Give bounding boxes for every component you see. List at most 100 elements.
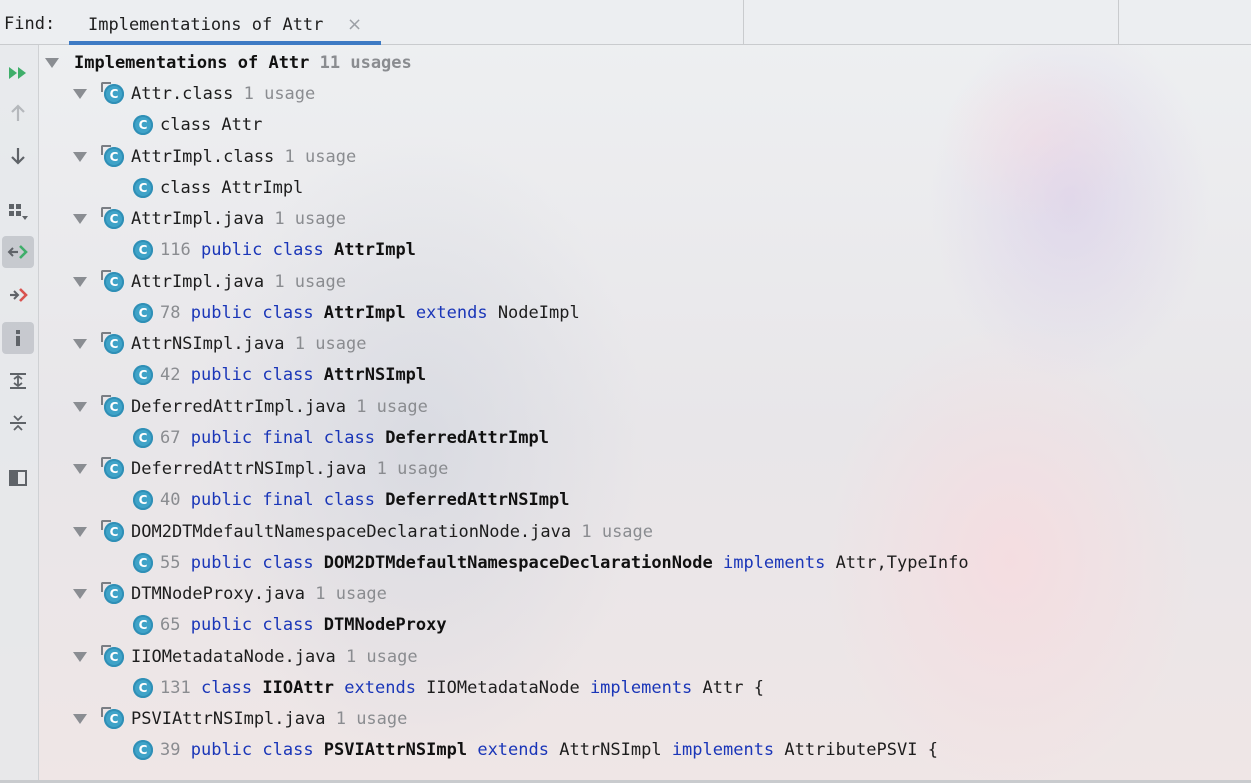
class-icon: C: [133, 740, 153, 760]
tree-file-row[interactable]: C DeferredAttrImpl.java 1 usage: [0, 394, 1200, 420]
file-name: AttrImpl.class 1 usage: [131, 144, 356, 170]
tree-usage-row[interactable]: C 39 public class PSVIAttrNSImpl extends …: [0, 737, 1200, 763]
expand-arrow-icon[interactable]: [45, 58, 59, 68]
file-name-text: DOM2DTMdefaultNamespaceDeclarationNode.j…: [131, 522, 572, 542]
tree-usage-row[interactable]: C 116 public class AttrImpl: [0, 237, 1200, 263]
expand-arrow-icon[interactable]: [73, 652, 87, 662]
class-icon-letter: C: [138, 118, 148, 132]
class-icon-letter: C: [138, 743, 148, 757]
tree-file-row[interactable]: C Attr.class 1 usage: [0, 81, 1200, 107]
tree-usage-row[interactable]: C 40 public final class DeferredAttrNSImp…: [0, 487, 1200, 513]
code-token: class: [200, 678, 263, 698]
tree-file-row[interactable]: C DTMNodeProxy.java 1 usage: [0, 581, 1200, 607]
class-icon: C: [133, 615, 153, 635]
expand-arrow-icon[interactable]: [73, 89, 87, 99]
expand-arrow-icon[interactable]: [73, 214, 87, 224]
line-number: 65: [160, 615, 181, 635]
tree-file-row[interactable]: C PSVIAttrNSImpl.java 1 usage: [0, 706, 1200, 732]
usage-count: 1 usage: [335, 709, 408, 729]
usage-code: 55 public class DOM2DTMdefaultNamespaceD…: [160, 550, 969, 576]
expand-arrow-icon[interactable]: [73, 714, 87, 724]
usage-count: 1 usage: [376, 459, 449, 479]
code-token: extends: [344, 678, 427, 698]
line-number: 67: [160, 428, 181, 448]
class-icon: C: [133, 240, 153, 260]
tree-file-row[interactable]: C IIOMetadataNode.java 1 usage: [0, 644, 1200, 670]
usage-code: 67 public final class DeferredAttrImpl: [160, 425, 549, 451]
library-marker-icon: [101, 332, 111, 342]
file-name-text: DeferredAttrImpl.java: [131, 397, 346, 417]
class-icon-letter: C: [138, 181, 148, 195]
tree-usage-row[interactable]: C 42 public class AttrNSImpl: [0, 362, 1200, 388]
tree-root[interactable]: Implementations of Attr 11 usages: [0, 50, 700, 76]
tree-usage-row[interactable]: Cclass Attr: [0, 112, 1200, 138]
code-token: public class: [190, 553, 324, 573]
expand-arrow-icon[interactable]: [73, 589, 87, 599]
class-icon-letter: C: [138, 431, 148, 445]
tree-file-row[interactable]: C DOM2DTMdefaultNamespaceDeclarationNode.…: [0, 519, 1200, 545]
line-number: 42: [160, 365, 181, 385]
library-marker-icon: [101, 207, 111, 217]
class-icon: C: [133, 490, 153, 510]
code-token: class AttrImpl: [160, 178, 304, 198]
usage-code: 116 public class AttrImpl: [160, 237, 416, 263]
usage-code: 39 public class PSVIAttrNSImpl extends A…: [160, 737, 938, 763]
usage-code: 131 class IIOAttr extends IIOMetadataNod…: [160, 675, 764, 701]
tree-usage-row[interactable]: C 78 public class AttrImpl extends NodeIm…: [0, 300, 1200, 326]
library-marker-icon: [101, 707, 111, 717]
code-token: implements: [671, 740, 785, 760]
class-icon: C: [133, 178, 153, 198]
class-icon: C: [101, 520, 124, 542]
tab-implementations-of-attr[interactable]: Implementations of Attr ×: [69, 4, 381, 45]
class-icon: C: [101, 582, 124, 604]
class-icon: C: [133, 115, 153, 135]
expand-arrow-icon[interactable]: [73, 339, 87, 349]
code-token: implements: [589, 678, 703, 698]
usage-count: 1 usage: [345, 647, 418, 667]
code-token: public class: [190, 303, 324, 323]
tree-file-row[interactable]: C AttrImpl.java 1 usage: [0, 269, 1200, 295]
code-token: AttrNSImpl: [323, 365, 427, 385]
code-token: DeferredAttrNSImpl: [385, 490, 570, 510]
library-marker-icon: [101, 270, 111, 280]
tree-usage-row[interactable]: C 131 class IIOAttr extends IIOMetadataNo…: [0, 675, 1200, 701]
file-name: PSVIAttrNSImpl.java 1 usage: [131, 706, 407, 732]
file-name-text: IIOMetadataNode.java: [131, 647, 336, 667]
expand-arrow-icon[interactable]: [73, 464, 87, 474]
line-number: 40: [160, 490, 181, 510]
code-token: implements: [722, 553, 836, 573]
code-token: public class: [200, 240, 335, 260]
expand-arrow-icon[interactable]: [73, 527, 87, 537]
line-number: 116: [160, 240, 191, 260]
code-token: AttrImpl: [323, 303, 416, 323]
class-icon-letter: C: [138, 306, 148, 320]
library-marker-icon: [101, 582, 111, 592]
expand-arrow-icon[interactable]: [73, 402, 87, 412]
code-token: public final class: [190, 490, 386, 510]
file-name: DeferredAttrNSImpl.java 1 usage: [131, 456, 448, 482]
tree-usage-row[interactable]: Cclass AttrImpl: [0, 175, 1200, 201]
code-token: class Attr: [160, 115, 263, 135]
expand-arrow-icon[interactable]: [73, 152, 87, 162]
find-toolbar: Find: Implementations of Attr ×: [0, 0, 1251, 45]
class-icon: C: [101, 82, 124, 104]
usage-count: 1 usage: [274, 272, 346, 292]
usage-code: class Attr: [160, 112, 262, 138]
tree-file-row[interactable]: C AttrImpl.java 1 usage: [0, 206, 1200, 232]
usage-count: 1 usage: [581, 522, 654, 542]
tree-usage-row[interactable]: C 65 public class DTMNodeProxy: [0, 612, 1200, 638]
expand-arrow-icon[interactable]: [73, 277, 87, 287]
class-icon: C: [101, 707, 124, 729]
code-token: Attr,TypeInfo: [835, 553, 969, 573]
tree-usage-row[interactable]: C 67 public final class DeferredAttrImpl: [0, 425, 1200, 451]
usage-code: class AttrImpl: [160, 175, 303, 201]
class-icon-letter: C: [138, 556, 148, 570]
tree-file-row[interactable]: C DeferredAttrNSImpl.java 1 usage: [0, 456, 1200, 482]
usage-count: 1 usage: [274, 209, 346, 229]
close-icon[interactable]: ×: [347, 14, 362, 35]
class-icon-letter: C: [138, 493, 148, 507]
tree-file-row[interactable]: C AttrImpl.class 1 usage: [0, 144, 1200, 170]
file-name-text: AttrNSImpl.java: [131, 334, 285, 354]
tree-file-row[interactable]: C AttrNSImpl.java 1 usage: [0, 331, 1200, 357]
tree-usage-row[interactable]: C 55 public class DOM2DTMdefaultNamespace…: [0, 550, 1200, 576]
